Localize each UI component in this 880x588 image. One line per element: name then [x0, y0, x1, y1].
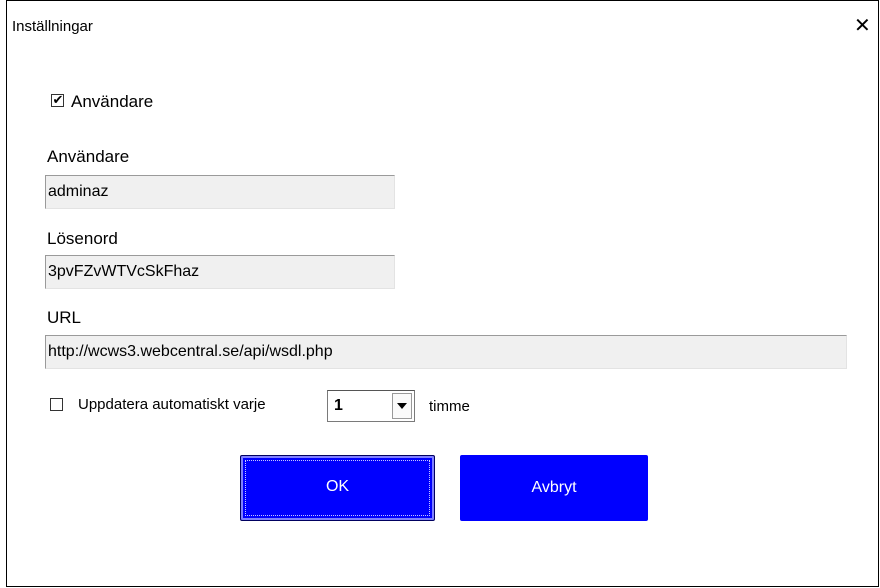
checkmark-icon: ✔ — [52, 92, 64, 107]
cancel-button-label: Avbryt — [531, 479, 577, 496]
user-checkbox-label[interactable]: Användare — [71, 92, 153, 112]
url-field[interactable]: http://wcws3.webcentral.se/api/wsdl.php — [45, 335, 847, 369]
password-label: Lösenord — [47, 229, 118, 248]
password-field[interactable]: 3pvFZvWTVcSkFhaz — [45, 255, 395, 289]
auto-update-label[interactable]: Uppdatera automatiskt varje — [78, 396, 266, 413]
user-checkbox[interactable]: ✔ — [51, 92, 64, 107]
username-label: Användare — [47, 147, 130, 166]
dropdown-button[interactable] — [392, 393, 412, 419]
auto-update-checkbox[interactable] — [50, 398, 63, 411]
username-field[interactable]: adminaz — [45, 175, 395, 209]
close-icon[interactable]: ✕ — [854, 16, 871, 36]
ok-button[interactable]: OK — [240, 455, 435, 521]
interval-select[interactable]: 1 — [327, 390, 415, 422]
interval-value: 1 — [334, 397, 343, 414]
url-label: URL — [47, 308, 82, 327]
cancel-button[interactable]: Avbryt — [460, 455, 648, 521]
ok-button-label: OK — [325, 478, 350, 495]
interval-unit-label: timme — [429, 398, 470, 415]
chevron-down-icon — [397, 403, 407, 409]
dialog-title: Inställningar — [12, 18, 93, 35]
dialog-window — [6, 0, 879, 587]
